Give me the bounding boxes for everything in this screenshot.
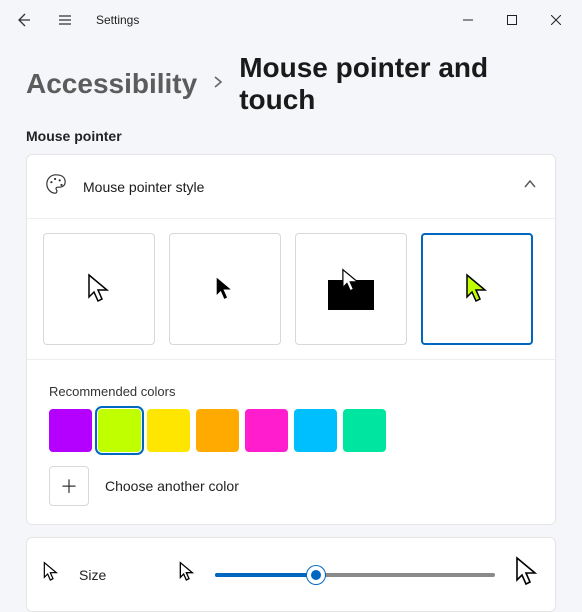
color-swatch-2[interactable] [147,409,190,452]
hamburger-icon [57,12,73,28]
cursor-black-icon [214,275,236,303]
cursor-white-icon [87,273,111,305]
pointer-option-inverted[interactable] [295,233,407,345]
color-swatch-1[interactable] [98,409,141,452]
menu-button[interactable] [46,4,84,36]
plus-icon: ＋ [60,473,78,499]
chevron-right-icon [211,75,225,94]
breadcrumb-current: Mouse pointer and touch [239,52,556,116]
cursor-custom-icon [465,273,489,305]
maximize-button[interactable] [490,4,534,36]
chevron-up-icon [523,177,537,196]
cursor-slider-min-icon [179,561,195,588]
cursor-slider-max-icon [515,556,539,593]
choose-color-button[interactable]: ＋ [49,466,89,506]
color-swatch-4[interactable] [245,409,288,452]
section-subheading: Mouse pointer [0,124,582,154]
pointer-style-options [27,218,555,359]
swatch-row [49,409,533,452]
close-icon [551,15,561,25]
minimize-icon [463,15,473,25]
close-button[interactable] [534,4,578,36]
size-slider[interactable] [215,565,495,585]
breadcrumb-parent[interactable]: Accessibility [26,68,197,100]
pointer-option-black[interactable] [169,233,281,345]
choose-color-label: Choose another color [105,478,239,494]
color-swatch-3[interactable] [196,409,239,452]
color-swatch-0[interactable] [49,409,92,452]
slider-fill [215,573,316,577]
back-button[interactable] [4,4,42,36]
cursor-inverted-icon [341,268,361,294]
minimize-button[interactable] [446,4,490,36]
pointer-style-header[interactable]: Mouse pointer style [27,155,555,218]
window-title: Settings [96,13,139,27]
pointer-option-custom[interactable] [421,233,533,345]
pointer-option-white[interactable] [43,233,155,345]
breadcrumb: Accessibility Mouse pointer and touch [0,40,582,124]
recommended-colors-label: Recommended colors [49,384,533,399]
slider-thumb[interactable] [307,566,325,584]
back-arrow-icon [15,12,31,28]
pointer-style-card: Mouse pointer style Recommended colors ＋… [26,154,556,525]
pointer-style-title: Mouse pointer style [83,179,507,195]
color-swatch-5[interactable] [294,409,337,452]
color-swatch-6[interactable] [343,409,386,452]
cursor-small-icon [43,561,59,588]
size-label: Size [79,567,159,583]
maximize-icon [507,15,517,25]
palette-icon [45,173,67,200]
recommended-colors-area: Recommended colors ＋ Choose another colo… [27,359,555,524]
pointer-size-card: Size [26,537,556,612]
